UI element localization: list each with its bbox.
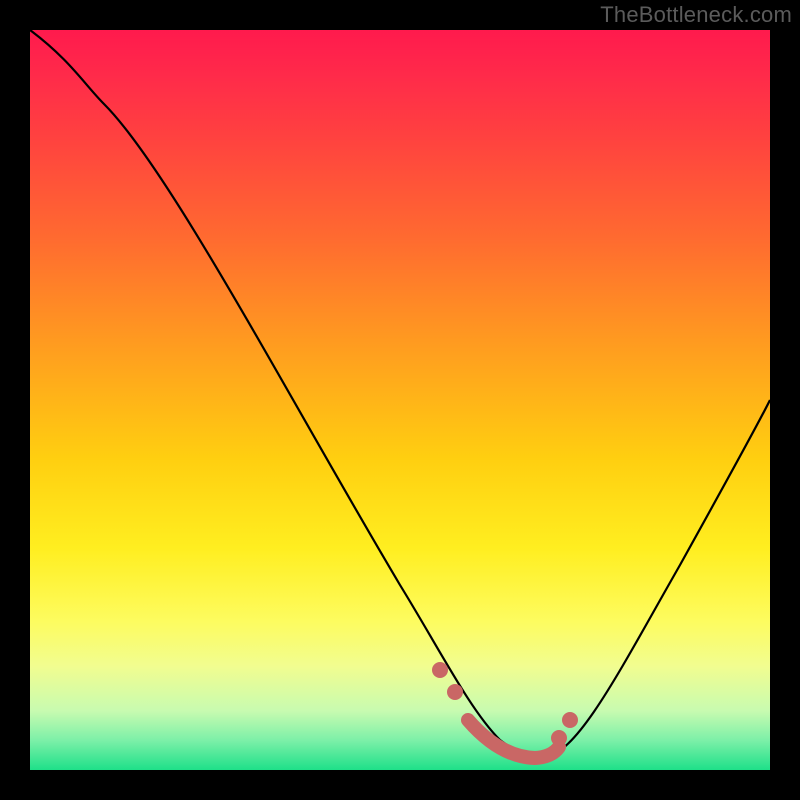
plot-area bbox=[30, 30, 770, 770]
bottleneck-curve-svg bbox=[30, 30, 770, 770]
optimal-marker-dot bbox=[447, 684, 463, 700]
chart-frame: TheBottleneck.com bbox=[0, 0, 800, 800]
optimal-marker-dot bbox=[551, 730, 567, 746]
optimal-range-marker bbox=[468, 720, 559, 758]
bottleneck-curve bbox=[30, 30, 770, 758]
watermark-text: TheBottleneck.com bbox=[600, 2, 792, 28]
optimal-marker-dot bbox=[562, 712, 578, 728]
optimal-marker-dot bbox=[432, 662, 448, 678]
